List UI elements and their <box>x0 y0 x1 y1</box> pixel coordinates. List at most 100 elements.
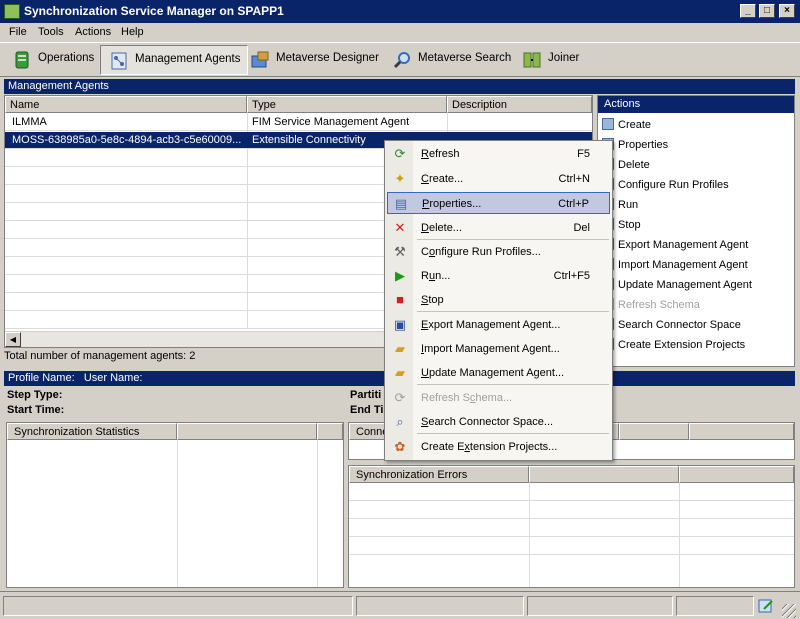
app-icon <box>4 4 20 19</box>
search-icon: ⌕ <box>396 414 404 429</box>
column-header <box>689 423 794 440</box>
configure-run-profiles-icon: ⚒ <box>394 244 406 259</box>
context-menu-label: Create Extension Projects... <box>421 441 558 453</box>
context-menu-label: Configure Run Profiles... <box>421 246 541 258</box>
menu-help[interactable]: Help <box>121 26 144 38</box>
sync-statistics-header: Synchronization Statistics <box>7 423 177 440</box>
start-time-label: Start Time: <box>7 404 65 416</box>
context-menu-shortcut: Ctrl+P <box>558 198 589 210</box>
context-menu-label: Update Management Agent... <box>421 367 565 379</box>
context-menu-item[interactable]: ⟳ Refresh F5 <box>387 143 610 165</box>
refresh-schema-icon: ⟳ <box>394 390 406 405</box>
update-icon: ▰ <box>395 365 405 380</box>
action-update-management-agent[interactable]: Update Management Agent <box>602 278 752 291</box>
actions-header: Actions <box>598 96 794 113</box>
maximize-button[interactable]: □ <box>759 4 775 18</box>
sync-statistics-panel: Synchronization Statistics <box>6 422 344 588</box>
context-menu-item[interactable]: ✿ Create Extension Projects... <box>387 436 610 458</box>
column-header <box>619 423 689 440</box>
end-time-label: End Ti <box>350 404 384 416</box>
management-agents-button[interactable]: Management Agents <box>100 45 248 75</box>
properties-icon: ▤ <box>394 196 408 211</box>
context-menu-item[interactable]: ✦ Create... Ctrl+N <box>387 168 610 190</box>
action-export-management-agent[interactable]: Export Management Agent <box>602 238 748 251</box>
menu-tools[interactable]: Tools <box>38 26 64 38</box>
operations-button[interactable]: Operations <box>4 45 100 75</box>
toolbar: Operations Management Agents Metaverse D… <box>0 42 800 77</box>
context-menu-label: Stop <box>421 294 444 306</box>
step-type-label: Step Type: <box>7 389 63 401</box>
menu-actions[interactable]: Actions <box>75 26 111 38</box>
context-menu-item[interactable]: ▤ Properties... Ctrl+P <box>387 192 610 214</box>
joiner-icon <box>523 52 541 68</box>
extension-projects-icon: ✿ <box>394 439 406 454</box>
refresh-icon: ⟳ <box>394 146 406 161</box>
close-button[interactable]: × <box>779 4 795 18</box>
operations-icon <box>15 51 29 69</box>
context-menu-separator <box>417 311 609 312</box>
context-menu-item[interactable]: ■ Stop <box>387 289 610 311</box>
cell-name: ILMMA <box>12 116 47 128</box>
action-search-connector-space[interactable]: Search Connector Space <box>602 318 741 331</box>
metaverse-designer-icon <box>251 51 269 68</box>
context-menu-item[interactable]: ▰ Update Management Agent... <box>387 362 610 384</box>
context-menu-shortcut: F5 <box>577 148 590 160</box>
table-row[interactable]: ILMMA FIM Service Management Agent <box>5 114 592 131</box>
create-icon: ✦ <box>394 171 406 186</box>
context-menu-label: Run... <box>421 270 451 282</box>
context-menu-label: Properties... <box>422 198 482 210</box>
column-header-description[interactable]: Description <box>447 96 592 113</box>
column-header <box>177 423 317 440</box>
management-agents-label: Management Agents <box>135 53 241 65</box>
action-configure-run-profiles[interactable]: Configure Run Profiles <box>602 178 729 191</box>
context-menu-separator <box>417 239 609 240</box>
context-menu: ⟳ Refresh F5 ✦ Create... Ctrl+N ▤ Properties...… <box>384 140 613 461</box>
metaverse-designer-button[interactable]: Metaverse Designer <box>242 45 385 75</box>
column-header-type[interactable]: Type <box>247 96 447 113</box>
context-menu-label: Refresh Schema... <box>421 392 513 404</box>
minimize-button[interactable]: _ <box>740 4 756 18</box>
metaverse-designer-label: Metaverse Designer <box>276 52 379 64</box>
cell-name: MOSS-638985a0-5e8c-4894-acb3-c5e60009... <box>12 134 242 146</box>
metaverse-search-button[interactable]: Metaverse Search <box>384 45 517 75</box>
partition-label: Partiti <box>350 389 382 401</box>
column-header-name[interactable]: Name <box>5 96 247 113</box>
joiner-button[interactable]: Joiner <box>514 45 585 75</box>
menu-file[interactable]: File <box>9 26 27 38</box>
action-create[interactable]: Create <box>602 118 651 131</box>
context-menu-item[interactable]: ▶ Run... Ctrl+F5 <box>387 265 610 287</box>
column-header <box>317 423 343 440</box>
metaverse-search-label: Metaverse Search <box>418 52 512 64</box>
operations-label: Operations <box>38 52 95 64</box>
resize-grip[interactable] <box>782 604 796 618</box>
context-menu-item[interactable]: ▰ Import Management Agent... <box>387 338 610 360</box>
context-menu-label: Import Management Agent... <box>421 343 560 355</box>
scroll-left-icon[interactable]: ◀ <box>5 332 21 347</box>
import-icon: ▰ <box>395 341 405 356</box>
joiner-label: Joiner <box>548 52 580 64</box>
action-create-extension-projects[interactable]: Create Extension Projects <box>602 338 745 351</box>
context-menu-item[interactable]: ▣ Export Management Agent... <box>387 314 610 336</box>
menu-bar: File Tools Actions Help <box>0 23 800 42</box>
column-header <box>679 466 794 483</box>
context-menu-item[interactable]: ⚒ Configure Run Profiles... <box>387 241 610 263</box>
context-menu-item[interactable]: ✕ Delete... Del <box>387 217 610 239</box>
delete-icon: ✕ <box>394 220 406 235</box>
context-menu-separator <box>417 384 609 385</box>
cell-type: Extensible Connectivity <box>252 134 366 146</box>
context-menu-label: Export Management Agent... <box>421 319 561 331</box>
context-menu-label: Delete... <box>421 222 462 234</box>
context-menu-separator <box>417 433 609 434</box>
action-refresh-schema: Refresh Schema <box>602 298 700 311</box>
agent-count: Total number of management agents: 2 <box>4 350 196 362</box>
context-menu-item[interactable]: ⌕ Search Connector Space... <box>387 411 610 433</box>
metaverse-search-icon <box>393 52 410 69</box>
title-bar: Synchronization Service Manager on SPAPP… <box>0 0 800 23</box>
sync-errors-header: Synchronization Errors <box>349 466 529 483</box>
context-menu-label: Create... <box>421 173 464 185</box>
status-segment <box>356 596 524 616</box>
context-menu-label: Refresh <box>421 148 460 160</box>
cell-type: FIM Service Management Agent <box>252 116 410 128</box>
status-segment <box>527 596 673 616</box>
action-import-management-agent[interactable]: Import Management Agent <box>602 258 748 271</box>
